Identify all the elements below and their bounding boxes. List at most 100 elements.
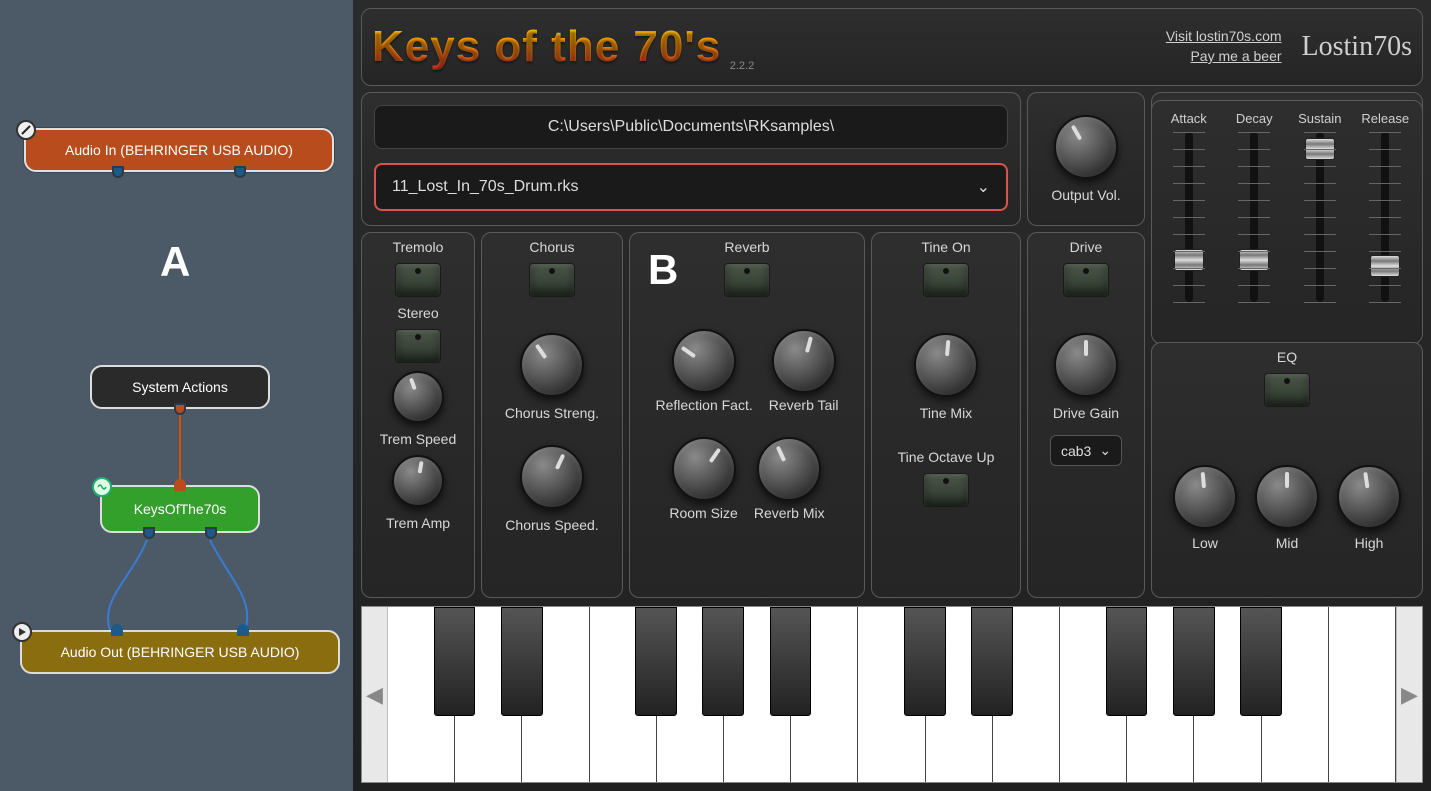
chevron-down-icon: ⌄	[1099, 442, 1111, 459]
tine-octave-label: Tine Octave Up	[898, 449, 995, 465]
tremolo-amp-label: Trem Amp	[386, 515, 450, 531]
tremolo-amp-knob[interactable]	[392, 455, 444, 507]
black-key[interactable]	[971, 607, 1013, 716]
reverb-reflection-label: Reflection Fact.	[655, 397, 752, 413]
tine-section: Tine On Tine Mix Tine Octave Up	[871, 232, 1021, 598]
plugin-header: Keys of the 70's 2.2.2 Visit lostin70s.c…	[361, 8, 1423, 86]
tremolo-speed-label: Trem Speed	[380, 431, 457, 447]
eq-high-label: High	[1355, 535, 1384, 551]
keyboard-octave-up-button[interactable]: ▶	[1396, 607, 1422, 782]
output-volume-section: Output Vol.	[1027, 92, 1145, 226]
plugin-node-label: KeysOfThe70s	[134, 501, 227, 517]
chorus-strength-knob[interactable]	[520, 333, 584, 397]
preset-dropdown-value: 11_Lost_In_70s_Drum.rks	[392, 178, 578, 196]
reverb-mix-knob[interactable]	[757, 437, 821, 501]
eq-label: EQ	[1277, 349, 1297, 365]
brand-logo-text: Lostin70s	[1302, 31, 1412, 63]
routing-graph-panel: Audio In (BEHRINGER USB AUDIO) A System …	[0, 0, 353, 791]
visit-site-link[interactable]: Visit lostin70s.com	[1166, 27, 1282, 47]
output-volume-knob[interactable]	[1054, 115, 1118, 179]
audio-out-badge-icon	[12, 622, 32, 642]
sample-path-display[interactable]: C:\Users\Public\Documents\RKsamples\	[374, 105, 1008, 149]
tine-mix-knob[interactable]	[914, 333, 978, 397]
audio-in-node[interactable]: Audio In (BEHRINGER USB AUDIO)	[24, 128, 334, 172]
keyboard-octave-down-button[interactable]: ◀	[362, 607, 388, 782]
eq-mid-label: Mid	[1276, 535, 1299, 551]
drive-cab-select[interactable]: cab3 ⌄	[1050, 435, 1122, 466]
system-actions-label: System Actions	[132, 379, 228, 395]
chorus-strength-label: Chorus Streng.	[505, 405, 599, 421]
chorus-label: Chorus	[529, 239, 574, 255]
tremolo-speed-knob[interactable]	[392, 371, 444, 423]
tine-on-label: Tine On	[921, 239, 970, 255]
plugin-title: Keys of the 70's	[372, 22, 721, 72]
sustain-slider[interactable]	[1316, 132, 1324, 302]
virtual-keyboard: ◀ C2 C3 C4 ▶	[361, 606, 1423, 783]
eq-low-label: Low	[1192, 535, 1218, 551]
plugin-panel: Keys of the 70's 2.2.2 Visit lostin70s.c…	[353, 0, 1431, 791]
eq-low-knob[interactable]	[1173, 465, 1237, 529]
chevron-down-icon: ⌄	[977, 177, 990, 197]
output-volume-label: Output Vol.	[1051, 187, 1120, 203]
drive-gain-label: Drive Gain	[1053, 405, 1119, 421]
drive-toggle[interactable]	[1063, 263, 1109, 297]
black-key[interactable]	[770, 607, 812, 716]
decay-slider[interactable]	[1250, 132, 1258, 302]
sustain-label: Sustain	[1298, 111, 1341, 126]
drive-gain-knob[interactable]	[1054, 333, 1118, 397]
black-key[interactable]	[904, 607, 946, 716]
black-key[interactable]	[702, 607, 744, 716]
audio-in-badge-icon	[16, 120, 36, 140]
eq-section: EQ Low Mid High	[1151, 342, 1423, 598]
audio-in-label: Audio In (BEHRINGER USB AUDIO)	[65, 142, 293, 158]
chorus-toggle[interactable]	[529, 263, 575, 297]
tremolo-stereo-label: Stereo	[397, 305, 438, 321]
black-key[interactable]	[635, 607, 677, 716]
reverb-tail-knob[interactable]	[772, 329, 836, 393]
reverb-toggle[interactable]	[724, 263, 770, 297]
reverb-reflection-knob[interactable]	[672, 329, 736, 393]
audio-out-node[interactable]: Audio Out (BEHRINGER USB AUDIO)	[20, 630, 340, 674]
annotation-letter-b: B	[648, 246, 678, 294]
plugin-node-badge-icon	[92, 477, 112, 497]
tremolo-toggle[interactable]	[395, 263, 441, 297]
chorus-speed-knob[interactable]	[520, 445, 584, 509]
eq-mid-knob[interactable]	[1255, 465, 1319, 529]
tine-on-toggle[interactable]	[923, 263, 969, 297]
tremolo-stereo-toggle[interactable]	[395, 329, 441, 363]
attack-slider[interactable]	[1185, 132, 1193, 302]
audio-out-label: Audio Out (BEHRINGER USB AUDIO)	[61, 644, 300, 660]
preset-dropdown[interactable]: 11_Lost_In_70s_Drum.rks ⌄	[374, 163, 1008, 211]
release-label: Release	[1361, 111, 1409, 126]
system-actions-node[interactable]: System Actions	[90, 365, 270, 409]
black-key[interactable]	[1173, 607, 1215, 716]
tremolo-section: Tremolo Stereo Trem Speed Trem Amp	[361, 232, 475, 598]
decay-label: Decay	[1236, 111, 1273, 126]
white-key[interactable]	[1329, 607, 1396, 782]
drive-label: Drive	[1070, 239, 1103, 255]
reverb-room-knob[interactable]	[672, 437, 736, 501]
tremolo-label: Tremolo	[393, 239, 444, 255]
eq-toggle[interactable]	[1264, 373, 1310, 407]
piano-keys[interactable]: C2 C3 C4	[388, 607, 1396, 782]
attack-label: Attack	[1171, 111, 1207, 126]
plugin-node[interactable]: KeysOfThe70s	[100, 485, 260, 533]
black-key[interactable]	[434, 607, 476, 716]
black-key[interactable]	[1240, 607, 1282, 716]
black-key[interactable]	[501, 607, 543, 716]
pay-beer-link[interactable]: Pay me a beer	[1166, 47, 1282, 67]
tine-mix-label: Tine Mix	[920, 405, 972, 421]
black-key[interactable]	[1106, 607, 1148, 716]
drive-section: Drive Drive Gain cab3 ⌄	[1027, 232, 1145, 598]
reverb-tail-label: Reverb Tail	[769, 397, 839, 413]
release-slider[interactable]	[1381, 132, 1389, 302]
adsr-panel: Attack Decay Sustain Release	[1151, 100, 1423, 344]
plugin-version: 2.2.2	[730, 60, 754, 72]
preset-section: C:\Users\Public\Documents\RKsamples\ 11_…	[361, 92, 1021, 226]
eq-high-knob[interactable]	[1337, 465, 1401, 529]
reverb-label: Reverb	[724, 239, 769, 255]
drive-cab-value: cab3	[1061, 443, 1091, 459]
chorus-speed-label: Chorus Speed.	[505, 517, 598, 533]
tine-octave-toggle[interactable]	[923, 473, 969, 507]
annotation-letter-a: A	[160, 238, 190, 286]
